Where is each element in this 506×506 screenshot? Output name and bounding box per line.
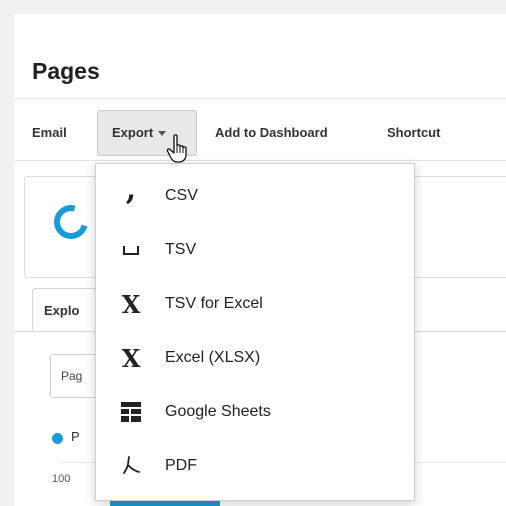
excel-x-icon: X bbox=[121, 289, 141, 319]
menu-item-excel-xlsx[interactable]: X Excel (XLSX) bbox=[96, 331, 414, 385]
menu-item-csv[interactable]: , CSV bbox=[96, 169, 414, 223]
series-label: P bbox=[71, 429, 80, 444]
export-button-label: Export bbox=[112, 125, 154, 140]
series-color-dot bbox=[52, 433, 63, 444]
title-divider bbox=[14, 98, 506, 99]
page-title: Pages bbox=[32, 58, 100, 84]
add-to-dashboard-button[interactable]: Add to Dashboard bbox=[215, 118, 328, 148]
toolbar-divider bbox=[14, 160, 506, 161]
menu-item-label: PDF bbox=[165, 457, 197, 474]
hand-cursor-icon bbox=[166, 134, 187, 163]
email-button[interactable]: Email bbox=[32, 118, 67, 148]
pdf-icon bbox=[118, 439, 144, 493]
menu-item-tsv-excel[interactable]: X TSV for Excel bbox=[96, 277, 414, 331]
menu-item-tsv[interactable]: TSV bbox=[96, 223, 414, 277]
menu-item-label: TSV bbox=[165, 241, 197, 258]
caret-down-icon bbox=[158, 131, 167, 137]
axis-tick-label: 100 bbox=[52, 473, 71, 485]
menu-item-label: Google Sheets bbox=[165, 403, 271, 420]
excel-x-icon: X bbox=[121, 343, 141, 373]
menu-item-google-sheets[interactable]: Google Sheets bbox=[96, 385, 414, 439]
shortcut-button[interactable]: Shortcut bbox=[387, 118, 440, 148]
menu-item-pdf[interactable]: PDF bbox=[96, 439, 414, 493]
comma-icon: , bbox=[125, 172, 137, 207]
export-menu: , CSV TSV X TSV for Excel X Excel (XLSX)… bbox=[95, 163, 415, 501]
menu-item-label: Excel (XLSX) bbox=[165, 349, 261, 366]
menu-item-label: CSV bbox=[165, 187, 198, 204]
menu-item-label: TSV for Excel bbox=[165, 295, 263, 312]
sheets-grid-icon bbox=[118, 385, 144, 439]
tab-space-icon bbox=[118, 223, 144, 277]
